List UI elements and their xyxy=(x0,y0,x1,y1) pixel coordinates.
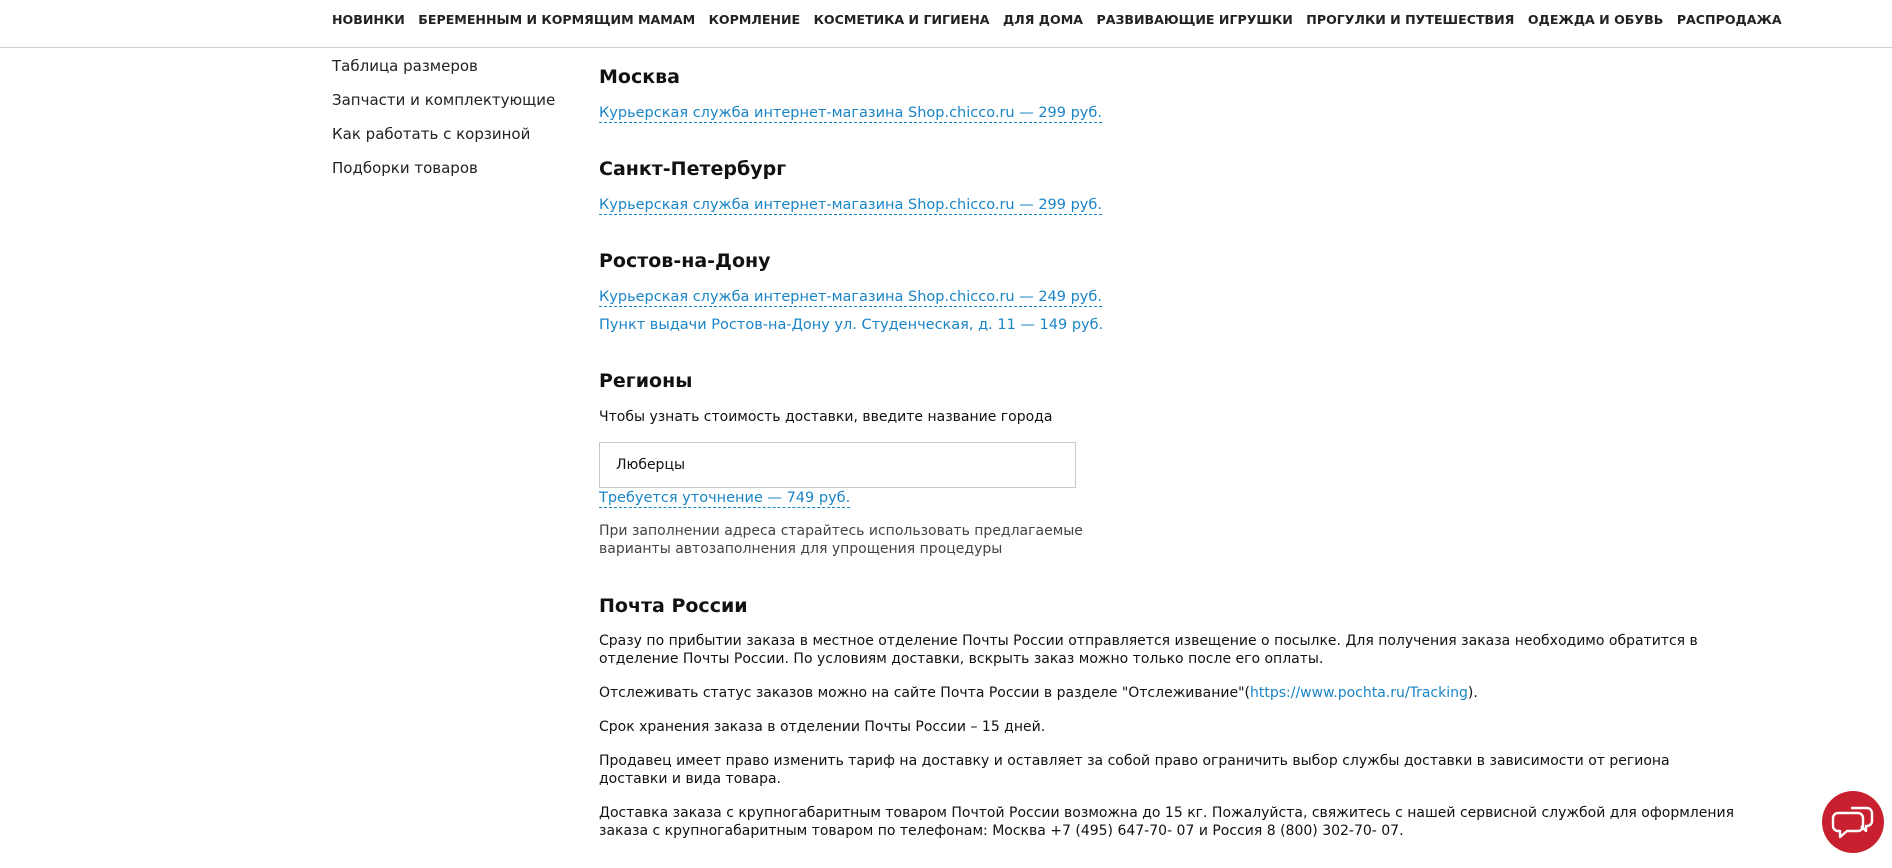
nav-item-feeding[interactable]: КОРМЛЕНИЕ xyxy=(709,12,801,28)
tracking-text-end: ). xyxy=(1467,685,1478,701)
nav-item-new[interactable]: НОВИНКИ xyxy=(332,12,405,28)
nav-item-clothes[interactable]: ОДЕЖДА И ОБУВЬ xyxy=(1528,12,1663,28)
regions-note-line2: варианты автозаполнения для упрощения пр… xyxy=(599,541,1003,557)
tracking-text: Отслеживать статус заказов можно на сайт… xyxy=(599,685,1250,701)
section-title-regions: Регионы xyxy=(599,370,693,392)
top-navigation: НОВИНКИ БЕРЕМЕННЫМ И КОРМЯЩИМ МАМАМ КОРМ… xyxy=(0,0,1892,48)
nav-item-walks[interactable]: ПРОГУЛКИ И ПУТЕШЕСТВИЯ xyxy=(1306,12,1514,28)
pochta-paragraph-5-line2: заказа с крупногабаритным товаром по тел… xyxy=(599,823,1404,839)
regions-result-link[interactable]: Требуется уточнение — 749 руб. xyxy=(599,489,851,508)
section-title-spb: Санкт-Петербург xyxy=(599,158,787,180)
section-title-moscow: Москва xyxy=(599,66,680,88)
sidebar-item-collections[interactable]: Подборки товаров xyxy=(332,158,555,192)
section-title-pochta: Почта России xyxy=(599,595,748,617)
tracking-link[interactable]: https://www.pochta.ru/Tracking xyxy=(1250,685,1468,701)
pochta-paragraph-5-line1: Доставка заказа с крупногабаритным товар… xyxy=(599,805,1735,821)
sidebar-item-size-table[interactable]: Таблица размеров xyxy=(332,56,555,90)
sidebar-item-spare-parts[interactable]: Запчасти и комплектующие xyxy=(332,90,555,124)
nav-item-toys[interactable]: РАЗВИВАЮЩИЕ ИГРУШКИ xyxy=(1096,12,1292,28)
top-nav-list: НОВИНКИ БЕРЕМЕННЫМ И КОРМЯЩИМ МАМАМ КОРМ… xyxy=(332,12,1795,28)
chat-button[interactable] xyxy=(1822,791,1884,853)
sidebar-item-cart-help[interactable]: Как работать с корзиной xyxy=(332,124,555,158)
pochta-paragraph-1-line1: Сразу по прибытии заказа в местное отдел… xyxy=(599,633,1698,649)
pochta-paragraph-2: Отслеживать статус заказов можно на сайт… xyxy=(599,684,1478,702)
chat-bubbles-icon xyxy=(1831,806,1874,839)
regions-hint: Чтобы узнать стоимость доставки, введите… xyxy=(599,409,1053,425)
rostov-pickup-link[interactable]: Пункт выдачи Ростов-на-Дону ул. Студенче… xyxy=(599,316,1103,334)
pochta-paragraph-4-line2: доставки и вида товара. xyxy=(599,771,782,787)
section-title-rostov: Ростов-на-Дону xyxy=(599,250,771,272)
pochta-paragraph-4-line1: Продавец имеет право изменить тариф на д… xyxy=(599,753,1670,769)
rostov-courier-link[interactable]: Курьерская служба интернет-магазина Shop… xyxy=(599,288,1102,307)
regions-note-line1: При заполнении адреса старайтесь использ… xyxy=(599,523,1083,539)
sidebar: Таблица размеров Запчасти и комплектующи… xyxy=(332,56,555,192)
moscow-courier-link[interactable]: Курьерская служба интернет-магазина Shop… xyxy=(599,104,1102,123)
spb-courier-link[interactable]: Курьерская служба интернет-магазина Shop… xyxy=(599,196,1102,215)
pochta-paragraph-3: Срок хранения заказа в отделении Почты Р… xyxy=(599,719,1046,735)
nav-item-home[interactable]: ДЛЯ ДОМА xyxy=(1003,12,1083,28)
pochta-paragraph-1-line2: отделение Почты России. По условиям дост… xyxy=(599,651,1324,667)
nav-item-pregnant[interactable]: БЕРЕМЕННЫМ И КОРМЯЩИМ МАМАМ xyxy=(418,12,695,28)
city-input[interactable] xyxy=(599,442,1076,488)
nav-item-sale[interactable]: РАСПРОДАЖА xyxy=(1677,12,1782,28)
nav-item-cosmetics[interactable]: КОСМЕТИКА И ГИГИЕНА xyxy=(814,12,990,28)
